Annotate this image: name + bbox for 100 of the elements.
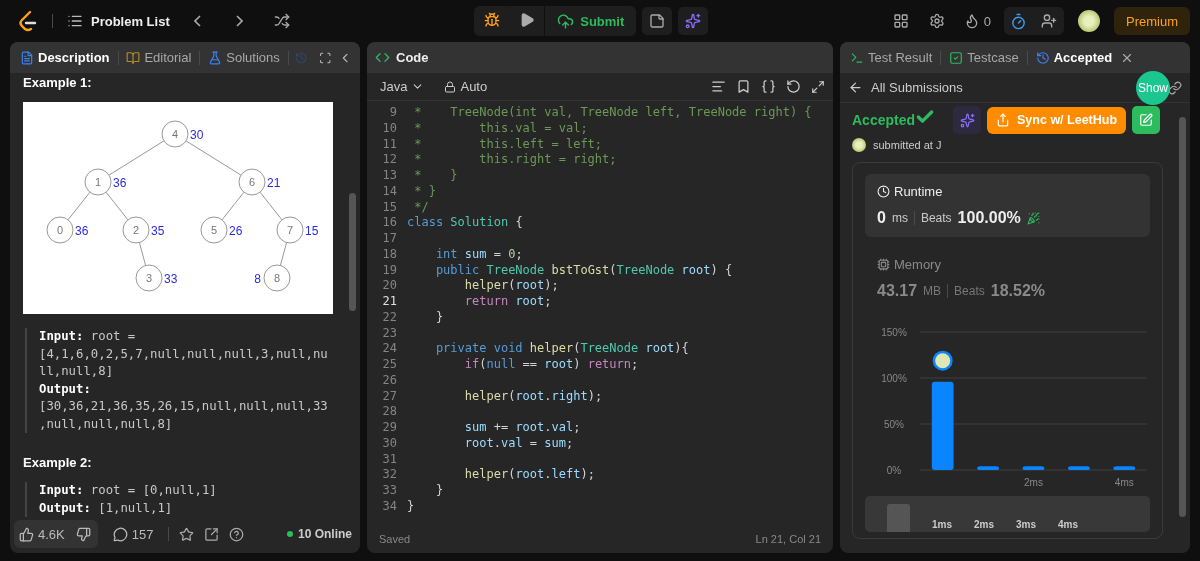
bug-icon xyxy=(484,12,501,28)
code-line: } xyxy=(434,483,444,499)
cursor-position: Ln 21, Col 21 xyxy=(755,533,821,545)
sparkle-button[interactable] xyxy=(678,7,709,35)
grid-icon xyxy=(892,13,909,29)
code-line: * this.right = right; xyxy=(413,152,617,168)
terminal-icon xyxy=(850,50,864,65)
avatar-marker xyxy=(932,350,953,371)
node-sum: 8 xyxy=(254,272,261,286)
panel-tab[interactable]: Test Result xyxy=(848,48,935,67)
x-axis-label: 2ms xyxy=(1024,477,1043,488)
language-dropdown[interactable]: Java xyxy=(375,72,430,101)
braces-icon[interactable] xyxy=(761,79,776,94)
tree-edge xyxy=(221,191,245,221)
note-button[interactable] xyxy=(642,7,673,35)
comments-button[interactable]: 157 xyxy=(107,520,159,548)
example-text: Output: [30,36,21,36,35,26,15,null,null,null,33,null,null,null,8] xyxy=(39,380,329,433)
brush-label: 2ms xyxy=(974,519,995,530)
sparkle-button[interactable] xyxy=(953,106,982,134)
tree-edge xyxy=(108,140,165,176)
scrollbar-thumb[interactable] xyxy=(1179,117,1186,517)
line-number: 13 xyxy=(381,168,398,184)
node-sum: 36 xyxy=(113,176,127,190)
metric-value: 43.17 xyxy=(877,282,918,300)
comment-icon xyxy=(112,526,128,542)
panel-tab[interactable]: Accepted xyxy=(1033,48,1115,67)
y-axis-label: 0% xyxy=(886,465,902,476)
beats-percent: 100.00% xyxy=(957,209,1021,227)
streak-button[interactable]: 0 xyxy=(958,7,996,35)
list-icon[interactable] xyxy=(67,13,83,29)
line-number: 34 xyxy=(381,498,398,515)
tree-edge xyxy=(185,140,242,176)
party-popper-icon xyxy=(1026,211,1040,225)
metric-card[interactable]: Memory 43.17 MB Beats 18.52% xyxy=(865,247,1150,310)
beats-percent: 18.52% xyxy=(990,282,1045,300)
line-number: 32 xyxy=(381,467,398,483)
panel-tab[interactable]: Testcase xyxy=(947,48,1021,67)
fullscreen-icon[interactable] xyxy=(319,50,332,65)
line-number: 31 xyxy=(381,451,398,468)
share-icon xyxy=(996,113,1011,127)
line-number: 21 xyxy=(381,294,398,310)
code-line: helper(root.right); xyxy=(463,388,603,405)
metric-title: Runtime xyxy=(877,184,1138,199)
link-icon[interactable] xyxy=(1168,80,1182,95)
brush-label: 4ms xyxy=(1058,519,1079,530)
panel-tab[interactable]: Editorial xyxy=(124,48,194,67)
code-line: helper(root.left); xyxy=(463,467,595,483)
metric-unit: MB xyxy=(923,284,942,298)
premium-button[interactable]: Premium xyxy=(1114,7,1190,35)
cloud-upload-icon xyxy=(557,12,575,30)
history-icon xyxy=(1035,50,1050,65)
node-value: 3 xyxy=(145,272,153,284)
code-line: public TreeNode bstToGst(TreeNode root) { xyxy=(434,262,733,279)
example-text: Output: [1,null,1] xyxy=(39,499,174,517)
metric-title: Memory xyxy=(877,257,1138,272)
code-line: } xyxy=(407,498,415,515)
metric-card[interactable]: Runtime 0 ms Beats 100.00% xyxy=(865,174,1150,237)
beats-label: Beats xyxy=(920,211,952,225)
node-sum: 30 xyxy=(190,128,204,142)
code-line: sum += root.val; xyxy=(463,420,581,436)
line-number: 15 xyxy=(381,199,398,216)
line-number: 16 xyxy=(381,215,398,231)
node-sum: 21 xyxy=(267,176,281,190)
line-number: 28 xyxy=(381,404,398,420)
bookmark-icon[interactable] xyxy=(736,79,751,94)
brush-label: 3ms xyxy=(1016,519,1037,530)
line-number: 25 xyxy=(381,357,398,373)
thumbs-up-icon xyxy=(19,526,34,542)
code-line: * } xyxy=(413,168,458,184)
panel-tab[interactable]: Description xyxy=(18,48,112,67)
edit-button[interactable] xyxy=(1132,106,1161,134)
share-icon[interactable] xyxy=(204,526,220,542)
sparkle-icon xyxy=(959,112,975,128)
bar xyxy=(1068,466,1090,470)
reset-icon[interactable] xyxy=(786,79,801,94)
help-icon[interactable] xyxy=(229,526,245,542)
expand-icon[interactable] xyxy=(811,79,825,94)
tree-edge xyxy=(105,191,129,221)
star-icon[interactable] xyxy=(179,526,195,542)
node-value: 8 xyxy=(273,272,281,284)
line-number: 17 xyxy=(381,231,398,247)
panel-tab[interactable]: Solutions xyxy=(206,48,282,67)
problem-list-link[interactable]: Problem List xyxy=(91,13,170,29)
format-icon[interactable] xyxy=(711,79,726,94)
code-line: if(null == root) return; xyxy=(463,357,639,373)
mode-toggle[interactable]: Auto xyxy=(439,72,493,101)
user-avatar[interactable] xyxy=(1078,10,1100,32)
line-number: 27 xyxy=(381,388,398,405)
code-line: * TreeNode(int val, TreeNode left, TreeNode right) { xyxy=(413,105,812,121)
code-line: int sum = 0; xyxy=(434,246,523,263)
y-axis-label: 50% xyxy=(884,419,904,430)
tree-edge xyxy=(279,242,288,266)
line-number: 19 xyxy=(381,262,398,279)
scrollbar-thumb[interactable] xyxy=(349,193,356,311)
edit-icon xyxy=(1139,113,1154,127)
overview-brush[interactable]: 1ms 2ms 3ms 4ms xyxy=(865,496,1150,532)
play-icon xyxy=(519,12,536,28)
all-submissions-link[interactable]: All Submissions xyxy=(871,80,963,95)
line-number: 12 xyxy=(381,152,398,168)
node-sum: 35 xyxy=(151,224,165,238)
